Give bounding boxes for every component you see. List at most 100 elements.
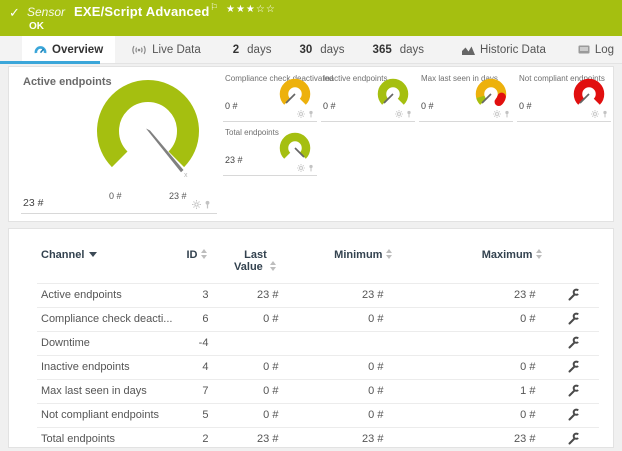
pin-icon[interactable] xyxy=(308,164,314,172)
chart-icon xyxy=(462,45,475,55)
gear-icon[interactable] xyxy=(591,110,599,118)
minimum-value: 0 # xyxy=(282,308,397,332)
pin-icon[interactable] xyxy=(204,200,211,209)
sort-desc-icon xyxy=(89,252,97,257)
maximum-value: 1 # xyxy=(397,380,547,404)
tab-label: days xyxy=(320,44,344,56)
channel-settings-wrench-icon[interactable] xyxy=(567,312,580,325)
channel-row-downtime[interactable]: Downtime -4 xyxy=(37,332,599,356)
gear-icon[interactable] xyxy=(297,110,305,118)
table-header-row: Channel ID Last Value Minimum Maximum xyxy=(37,241,599,284)
gear-icon[interactable] xyxy=(297,164,305,172)
tab-historic-data[interactable]: Historic Data xyxy=(450,36,558,63)
tab-label: Historic Data xyxy=(480,44,546,56)
channel-settings-wrench-icon[interactable] xyxy=(567,384,580,397)
column-header-maximum[interactable]: Maximum xyxy=(397,241,547,284)
tab-number: 365 xyxy=(373,44,392,56)
gauge-panel-total-endpoints[interactable]: Total endpoints 23 # xyxy=(223,125,317,176)
minimum-value: 0 # xyxy=(282,356,397,380)
last-value: 23 # xyxy=(212,428,282,451)
live-signal-icon xyxy=(131,45,147,55)
channel-name: Max last seen in days xyxy=(37,380,176,404)
gauge-panel-not-compliant-endpoints[interactable]: Not compliant endpoints 0 # xyxy=(517,71,611,122)
pin-icon[interactable] xyxy=(406,110,412,118)
tab-365-days[interactable]: 365 days xyxy=(361,36,436,63)
channel-id: 2 xyxy=(176,428,212,451)
tab-30-days[interactable]: 30 days xyxy=(287,36,356,63)
tab-2-days[interactable]: 2 days xyxy=(221,36,284,63)
channel-settings-wrench-icon[interactable] xyxy=(567,336,580,349)
maximum-value: 0 # xyxy=(397,308,547,332)
channel-row-not-compliant[interactable]: Not compliant endpoints 5 0 # 0 # 0 # xyxy=(37,404,599,428)
gauge-panel-max-last-seen[interactable]: Max last seen in days 0 # xyxy=(419,71,513,122)
gauge-value: 0 # xyxy=(323,101,336,111)
tab-label: days xyxy=(400,44,424,56)
pin-icon[interactable] xyxy=(602,110,608,118)
last-value: 0 # xyxy=(212,380,282,404)
column-header-channel[interactable]: Channel xyxy=(37,241,176,284)
priority-stars[interactable]: ★★★☆☆ xyxy=(226,4,276,15)
gauge-value: 0 # xyxy=(225,101,238,111)
channel-name: Not compliant endpoints xyxy=(37,404,176,428)
channel-row-inactive-endpoints[interactable]: Inactive endpoints 4 0 # 0 # 0 # xyxy=(37,356,599,380)
channel-row-max-last-seen[interactable]: Max last seen in days 7 0 # 0 # 1 # xyxy=(37,380,599,404)
gear-icon[interactable] xyxy=(192,200,201,209)
channel-row-total-endpoints[interactable]: Total endpoints 2 23 # 23 # 23 # xyxy=(37,428,599,451)
channel-row-compliance-check[interactable]: Compliance check deacti... 6 0 # 0 # 0 # xyxy=(37,308,599,332)
column-header-last-value[interactable]: Last Value xyxy=(212,241,282,284)
gauge-icon xyxy=(34,44,47,55)
channel-settings-wrench-icon[interactable] xyxy=(567,432,580,445)
gauge-panel-active-endpoints[interactable]: Active endpoints x 0 # 23 # 23 # xyxy=(21,71,217,214)
maximum-value: 23 # xyxy=(397,284,547,308)
gauge-scale-max: 23 # xyxy=(169,191,187,201)
gauge-dial xyxy=(275,132,315,164)
channel-id: 3 xyxy=(176,284,212,308)
tab-number: 2 xyxy=(233,44,239,56)
channel-settings-wrench-icon[interactable] xyxy=(567,288,580,301)
gauge-dial xyxy=(471,78,511,110)
tab-label: days xyxy=(247,44,271,56)
last-value xyxy=(212,332,282,356)
gauge-scale-min: 0 # xyxy=(109,191,122,201)
gear-icon[interactable] xyxy=(493,110,501,118)
maximum-value: 0 # xyxy=(397,404,547,428)
sensor-header-bar: ✓ Sensor EXE/Script Advanced ⚐ ★★★☆☆ OK xyxy=(0,0,622,36)
tab-number: 30 xyxy=(299,44,312,56)
channel-id: 4 xyxy=(176,356,212,380)
tab-bar: Overview Live Data 2 days 30 days 365 da… xyxy=(0,36,622,64)
channel-settings-wrench-icon[interactable] xyxy=(567,408,580,421)
gear-icon[interactable] xyxy=(395,110,403,118)
channel-row-active-endpoints[interactable]: Active endpoints 3 23 # 23 # 23 # xyxy=(37,284,599,308)
gauge-dial xyxy=(569,78,609,110)
gauge-panel-inactive-endpoints[interactable]: Inactive endpoints 0 # xyxy=(321,71,415,122)
tab-overview[interactable]: Overview xyxy=(22,36,115,63)
column-label: Maximum xyxy=(482,249,533,261)
channel-settings-wrench-icon[interactable] xyxy=(567,360,580,373)
sort-icon xyxy=(270,261,277,271)
column-header-id[interactable]: ID xyxy=(176,241,212,284)
channels-table-card: Channel ID Last Value Minimum Maximum xyxy=(8,228,614,448)
needle-tip-marker: x xyxy=(184,172,188,179)
gauge-title: Total endpoints xyxy=(225,128,279,137)
column-header-minimum[interactable]: Minimum xyxy=(282,241,397,284)
tab-label: Overview xyxy=(52,44,103,56)
pin-icon[interactable] xyxy=(308,110,314,118)
pin-icon[interactable] xyxy=(504,110,510,118)
tab-label: Live Data xyxy=(152,44,201,56)
tab-label: Log xyxy=(595,44,614,56)
gauge-panel-compliance-check-deactivated[interactable]: Compliance check deactivated 0 # xyxy=(223,71,317,122)
minimum-value: 0 # xyxy=(282,380,397,404)
channel-name: Active endpoints xyxy=(37,284,176,308)
gauge-value: 23 # xyxy=(23,197,43,209)
sensor-status-text: OK xyxy=(29,21,44,32)
maximum-value: 23 # xyxy=(397,428,547,451)
gauge-dial: x xyxy=(73,73,223,199)
gauge-value: 0 # xyxy=(519,101,532,111)
sort-icon xyxy=(386,249,393,259)
channel-name: Downtime xyxy=(37,332,176,356)
channel-name: Total endpoints xyxy=(37,428,176,451)
tab-log[interactable]: Log xyxy=(566,36,622,63)
last-value: 23 # xyxy=(212,284,282,308)
flag-icon[interactable]: ⚐ xyxy=(210,2,218,13)
tab-live-data[interactable]: Live Data xyxy=(119,36,213,63)
